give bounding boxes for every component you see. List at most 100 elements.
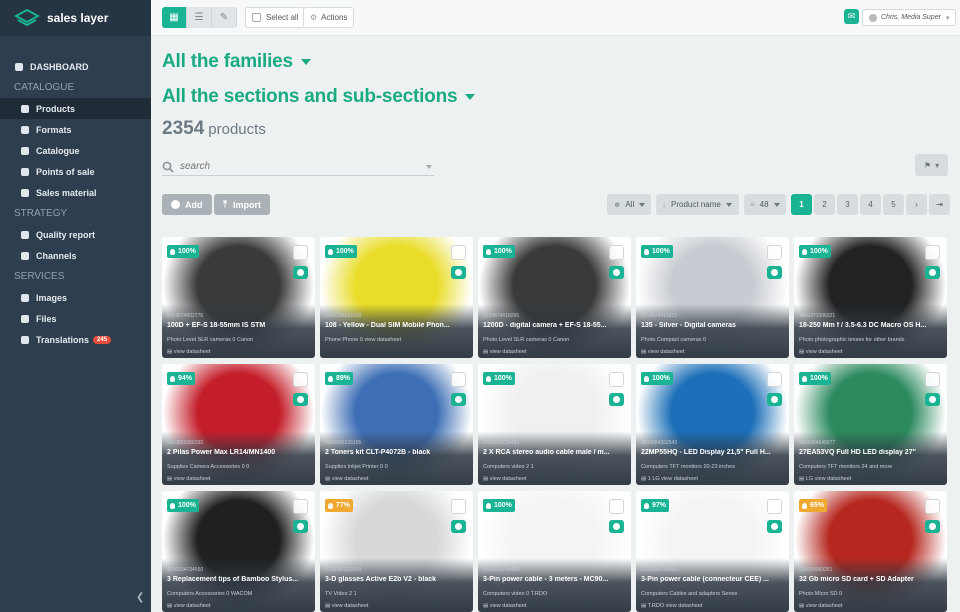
view-datasheet-link[interactable]: view datasheet [483,603,527,609]
product-title[interactable]: 135 - Silver - Digital cameras [641,322,786,329]
product-title[interactable]: 1200D - digital camera + EF-S 18-55... [483,322,628,329]
sidebar-item-translations[interactable]: Translations 245 [0,329,151,350]
eye-icon[interactable] [451,393,466,406]
page-button[interactable]: 1 [791,194,812,215]
page-button[interactable]: 2 [814,194,835,215]
eye-icon[interactable] [767,266,782,279]
sidebar-item-points-of-sale[interactable]: Points of sale [0,161,151,182]
product-card[interactable]: 97% 3700224734055 3-Pin power cable (conne… [636,491,789,612]
sidebar-item-formats[interactable]: Formats [0,119,151,140]
grid-view-icon[interactable]: ▦ [162,7,187,28]
eye-icon[interactable] [925,393,940,406]
select-checkbox[interactable] [451,499,466,514]
page-button[interactable]: 4 [860,194,881,215]
view-datasheet-link[interactable]: T.RDO view datasheet [641,603,703,609]
product-title[interactable]: 2 Pilas Power Max LR14/MN1400 [167,449,312,456]
select-checkbox[interactable] [293,499,308,514]
select-checkbox[interactable] [767,372,782,387]
eye-icon[interactable] [451,266,466,279]
product-title[interactable]: 3-D glasses Active E2b V2 - black [325,576,470,583]
select-checkbox[interactable] [925,499,940,514]
product-card[interactable]: 100% 8806084649077 27EA53VQ Full HD LED di… [794,364,947,485]
eye-icon[interactable] [451,520,466,533]
product-card[interactable]: 89% 8806085133155 2 Toners kit CLT-P4072B … [320,364,473,485]
select-checkbox[interactable] [925,245,940,260]
last-page-icon[interactable]: ⇥ [929,194,950,215]
product-card[interactable]: 100% 8714574615813 135 - Silver - Digital … [636,237,789,358]
eye-icon[interactable] [925,520,940,533]
product-card[interactable]: 100% 8714574618265 1200D - digital camera … [478,237,631,358]
per-page-dropdown[interactable]: ≡ 48 [744,194,786,215]
view-datasheet-link[interactable]: view datasheet [325,603,369,609]
view-datasheet-link[interactable]: 1 LG view datasheet [641,476,698,482]
chat-icon[interactable]: ✉ [844,9,859,24]
filter-all-dropdown[interactable]: ☻ All [607,194,652,215]
product-title[interactable]: 18-250 Mm f / 3.5-6.3 DC Macro OS H... [799,322,944,329]
view-datasheet-link[interactable]: view datasheet [799,349,843,355]
eye-icon[interactable] [609,393,624,406]
view-datasheet-link[interactable]: LG view datasheet [799,476,852,482]
view-datasheet-link[interactable]: view datasheet [483,349,527,355]
import-button[interactable]: ⤒ Import [214,194,270,215]
eye-icon[interactable] [293,393,308,406]
eye-icon[interactable] [767,393,782,406]
eye-icon[interactable] [609,520,624,533]
sort-dropdown[interactable]: ↓ Product name [656,194,739,215]
product-card[interactable]: 94% 5410853056393 2 Pilas Power Max LR14/M… [162,364,315,485]
select-checkbox[interactable] [609,245,624,260]
product-card[interactable]: 77% 4718487623314 3-D glasses Active E2b V… [320,491,473,612]
select-checkbox[interactable] [451,372,466,387]
select-checkbox[interactable] [767,245,782,260]
product-card[interactable]: 65% 619659069261 32 Gb micro SD card + SD … [794,491,947,612]
select-checkbox[interactable] [609,499,624,514]
view-datasheet-link[interactable]: view datasheet [167,476,211,482]
sidebar-item-catalogue[interactable]: Catalogue [0,140,151,161]
edit-view-icon[interactable]: ✎ [212,7,237,28]
product-title[interactable]: 3 Replacement tips of Bamboo Stylus... [167,576,312,583]
view-datasheet-link[interactable]: view datasheet [641,349,685,355]
eye-icon[interactable] [925,266,940,279]
user-menu[interactable]: Chris, Media Super ▾ [862,9,957,26]
product-title[interactable]: 2 X RCA stereo audio cable male / m... [483,449,628,456]
view-datasheet-link[interactable]: view datasheet [483,476,527,482]
select-checkbox[interactable] [451,245,466,260]
product-card[interactable]: 100% 3700224734550 3 Replacement tips of B… [162,491,315,612]
add-button[interactable]: Add [162,194,212,215]
product-title[interactable]: 2 Toners kit CLT-P4072B - black [325,449,470,456]
eye-icon[interactable] [609,266,624,279]
bookmark-button[interactable]: ⚑ ▾ [915,154,948,176]
search-input[interactable] [180,160,410,172]
sidebar-item-sales-material[interactable]: Sales material [0,182,151,203]
eye-icon[interactable] [293,266,308,279]
product-card[interactable]: 100% 8714574602776 100D + EF-S 18-55mm IS … [162,237,315,358]
families-dropdown[interactable]: All the families [162,51,311,73]
product-card[interactable]: 100% 8806084352543 22MP55HQ - LED Display … [636,364,789,485]
product-title[interactable]: 100D + EF-S 18-55mm IS STM [167,322,312,329]
view-datasheet-link[interactable]: view datasheet [167,603,211,609]
eye-icon[interactable] [767,520,782,533]
product-title[interactable]: 32 Gb micro SD card + SD Adapter [799,576,944,583]
sidebar-item-images[interactable]: Images [0,287,151,308]
product-title[interactable]: 27EA53VQ Full HD LED display 27" [799,449,944,456]
sidebar-item-channels[interactable]: Channels [0,245,151,266]
sidebar-item-products[interactable]: Products [0,98,151,119]
eye-icon[interactable] [293,520,308,533]
logo[interactable]: sales layer [0,0,151,36]
sidebar-item-dashboard[interactable]: DASHBOARD [0,56,151,77]
page-button[interactable]: 5 [883,194,904,215]
product-title[interactable]: 3-Pin power cable - 3 meters - MC90... [483,576,628,583]
select-checkbox[interactable] [609,372,624,387]
sections-dropdown[interactable]: All the sections and sub-sections [162,86,476,108]
product-card[interactable]: 100% 3700224734482 2 X RCA stereo audio ca… [478,364,631,485]
product-title[interactable]: 3-Pin power cable (connecteur CEE) ... [641,576,786,583]
product-card[interactable]: 100% 6438158621039 108 - Yellow - Dual SIM… [320,237,473,358]
next-page-icon[interactable]: › [906,194,927,215]
select-checkbox[interactable] [293,245,308,260]
search-options-icon[interactable] [426,165,432,169]
product-card[interactable]: 100% 4960371006321 18-250 Mm f / 3.5-6.3 D… [794,237,947,358]
page-button[interactable]: 3 [837,194,858,215]
select-all-button[interactable]: Select all [245,7,306,28]
view-datasheet-link[interactable]: view datasheet [799,603,843,609]
select-checkbox[interactable] [925,372,940,387]
actions-button[interactable]: ⚙ Actions [303,7,355,28]
